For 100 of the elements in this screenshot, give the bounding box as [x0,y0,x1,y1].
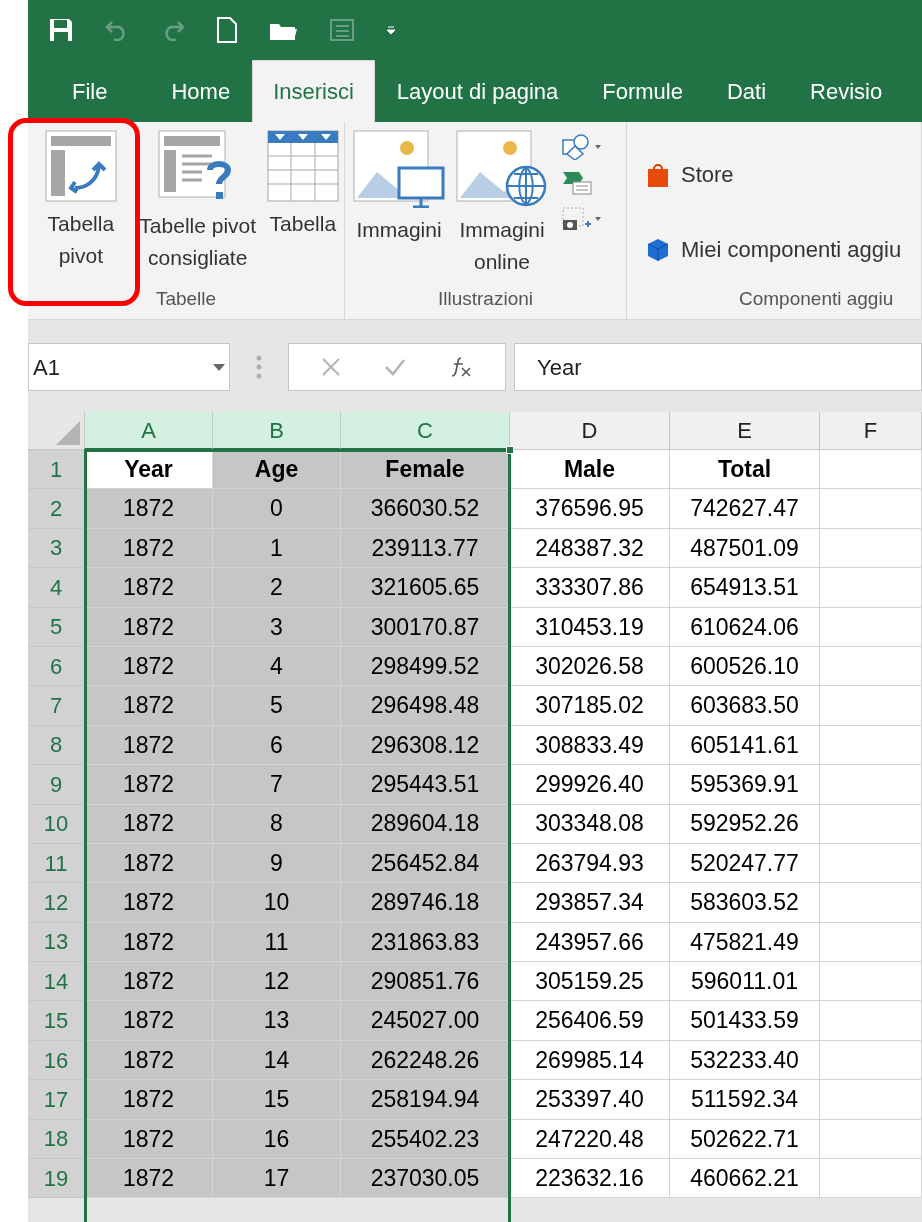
smartart-icon [561,170,593,196]
table-cell: 1872 [85,686,213,726]
column-header[interactable]: F [820,412,922,450]
ribbon-tab[interactable]: File [50,60,130,122]
drag-handle-icon[interactable] [256,355,262,379]
my-addins-button[interactable]: Miei componenti aggiu [647,233,902,266]
table-cell: 253397.40 [510,1080,670,1120]
ribbon-tab[interactable]: Revisio [788,60,905,122]
name-box[interactable]: A1 [28,343,230,391]
ribbon-tab[interactable]: Layout di pagina [374,60,581,122]
table-cell: 290851.76 [341,962,510,1002]
table-cell: 289604.18 [341,804,510,844]
row-header[interactable]: 17 [28,1080,85,1120]
row-header[interactable]: 14 [28,962,85,1002]
row-header[interactable]: 19 [28,1159,85,1199]
column-header[interactable]: D [510,412,670,450]
ribbon-tab[interactable]: Home [149,60,253,122]
picture-globe-icon [456,130,548,208]
table-cell: 1872 [85,1080,213,1120]
row-header[interactable]: 5 [28,607,85,647]
table-cell: Year [85,450,213,490]
caret-icon [595,145,601,149]
table-cell: 263794.93 [510,843,670,884]
table-cell: 11 [213,922,341,963]
row-header[interactable]: 10 [28,804,85,844]
table-cell: 3 [213,607,341,647]
shapes-icon [561,134,591,160]
pivot-table-icon [44,130,117,202]
table-cell: 289746.18 [341,883,510,923]
row-header[interactable]: 13 [28,922,85,963]
ribbon-tab[interactable]: Dati [705,60,789,122]
table-cell: 1872 [85,528,213,569]
table-cell: 307185.02 [510,686,670,726]
check-icon[interactable] [384,358,406,376]
row-header[interactable]: 2 [28,489,85,529]
ribbon-button[interactable]: Tabella [263,130,342,240]
row-header[interactable]: 15 [28,1001,85,1041]
ribbon-button[interactable]: Immagini online [453,130,551,278]
table-cell: 305159.25 [510,962,670,1002]
table-cell: 460662.21 [670,1159,820,1199]
table-cell: 610624.06 [670,607,820,647]
table-cell: 1872 [85,765,213,805]
table-cell: 1872 [85,1040,213,1081]
row-header[interactable]: 9 [28,765,85,805]
column-header[interactable]: E [670,412,820,450]
caret-icon[interactable] [386,26,396,34]
table-cell: 321605.65 [341,568,510,608]
column-header[interactable]: C [341,412,510,450]
row-header[interactable]: 7 [28,686,85,726]
table-cell: 1872 [85,804,213,844]
table-cell: 223632.16 [510,1159,670,1199]
camera-icon [561,206,591,232]
table-cell: 247220.48 [510,1119,670,1160]
table-cell: 520247.77 [670,843,820,884]
table-cell: 308833.49 [510,725,670,766]
group-label: Tabelle [154,287,218,311]
save-icon[interactable] [48,17,74,43]
column-header[interactable]: B [213,412,341,450]
table-cell: 5 [213,686,341,726]
dropdown-caret-icon[interactable] [213,363,225,371]
new-document-icon[interactable] [216,16,238,44]
table-cell: 239113.77 [341,528,510,569]
row-header[interactable]: 18 [28,1119,85,1160]
table-cell: 1872 [85,607,213,647]
row-header[interactable]: 16 [28,1040,85,1081]
column-header[interactable]: A [85,412,213,450]
row-header[interactable]: 8 [28,725,85,766]
table-cell: 1872 [85,489,213,529]
store-button[interactable]: Store [647,158,902,191]
cell-reference: A1 [33,353,60,382]
row-header[interactable]: 4 [28,568,85,608]
table-cell: 255402.23 [341,1119,510,1160]
table-cell: 1872 [85,883,213,923]
row-header[interactable]: 1 [28,450,85,490]
table-cell: 475821.49 [670,922,820,963]
screenshot-button[interactable] [561,206,601,232]
table-cell: 1872 [85,568,213,608]
formula-field[interactable]: Year [514,343,922,391]
ribbon-tab[interactable]: Formule [580,60,705,122]
row-header[interactable]: 6 [28,646,85,687]
table-cell: 333307.86 [510,568,670,608]
shopping-bag-icon [647,162,669,187]
table-cell: 1872 [85,962,213,1002]
table-cell: 310453.19 [510,607,670,647]
row-header[interactable]: 12 [28,883,85,923]
cube-icon [647,237,669,262]
table-cell: 600526.10 [670,646,820,687]
ribbon-tab[interactable]: Inserisci [252,60,375,122]
table-cell: 10 [213,883,341,923]
table-cell: 511592.34 [670,1080,820,1120]
table-cell: 366030.52 [341,489,510,529]
ribbon-button[interactable]: Tabella pivot [30,130,132,272]
ribbon-button[interactable]: Immagini [347,130,451,246]
table-cell: 592952.26 [670,804,820,844]
fill-handle[interactable] [506,446,514,454]
group-label: Illustrazioni [436,287,534,311]
row-header[interactable]: 3 [28,528,85,569]
row-header[interactable]: 11 [28,843,85,884]
function-icon[interactable] [449,355,474,379]
shapes-button[interactable] [561,134,601,160]
